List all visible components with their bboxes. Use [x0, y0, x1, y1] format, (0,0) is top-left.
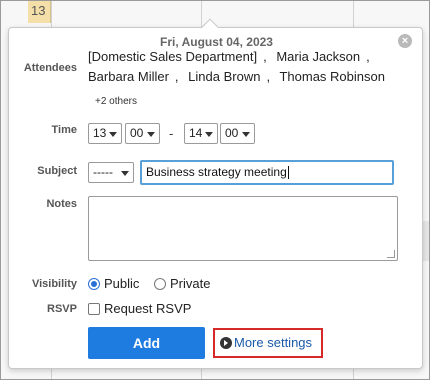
more-settings-link[interactable]: More settings — [213, 328, 323, 358]
request-rsvp-label[interactable]: Request RSVP — [104, 301, 191, 316]
time-label: Time — [51, 124, 77, 136]
end-hour-select[interactable]: 14 — [184, 123, 218, 144]
end-minute-select[interactable]: 00 — [220, 123, 255, 144]
attendees-more-link[interactable]: +2 others — [95, 96, 137, 107]
subject-input[interactable]: Business strategy meeting — [140, 160, 394, 185]
attendee-item[interactable]: Barbara Miller — [88, 69, 169, 84]
more-settings-label: More settings — [234, 335, 313, 350]
visibility-public-radio[interactable] — [88, 278, 100, 290]
subject-label: Subject — [37, 165, 77, 177]
end-minute-value: 00 — [225, 126, 239, 140]
attendees-label: Attendees — [23, 62, 77, 74]
rsvp-label: RSVP — [47, 303, 77, 315]
chevron-down-icon — [242, 132, 250, 137]
chevron-down-icon — [147, 132, 155, 137]
attendees-list: [Domestic Sales Department], Maria Jacks… — [88, 47, 408, 87]
start-minute-value: 00 — [130, 126, 144, 140]
text-cursor — [287, 166, 289, 180]
start-hour-select[interactable]: 13 — [88, 123, 122, 144]
start-minute-select[interactable]: 00 — [125, 123, 160, 144]
chevron-down-icon — [121, 171, 129, 176]
end-hour-value: 14 — [189, 126, 203, 140]
attendee-separator: , — [174, 69, 179, 84]
visibility-label: Visibility — [31, 278, 77, 290]
subject-category-select[interactable]: ----- — [88, 162, 134, 183]
subject-category-value: ----- — [93, 165, 113, 179]
request-rsvp-checkbox[interactable] — [88, 303, 100, 315]
attendee-item[interactable]: [Domestic Sales Department] — [88, 49, 257, 64]
attendee-separator: , — [266, 69, 271, 84]
add-button[interactable]: Add — [88, 327, 205, 359]
resize-handle-icon[interactable] — [387, 250, 395, 258]
visibility-public-label[interactable]: Public — [104, 276, 139, 291]
notes-label: Notes — [46, 198, 77, 210]
event-popup: Fri, August 04, 2023 × Attendees [Domest… — [8, 27, 423, 369]
attendee-item[interactable]: Thomas Robinson — [279, 69, 385, 84]
visibility-private-radio[interactable] — [154, 278, 166, 290]
attendee-item[interactable]: Maria Jackson — [276, 49, 360, 64]
time-separator: - — [169, 126, 174, 141]
chevron-down-icon — [205, 132, 213, 137]
close-icon[interactable]: × — [398, 34, 412, 48]
attendee-item[interactable]: Linda Brown — [188, 69, 260, 84]
calendar-day-number: 13 — [31, 3, 46, 18]
notes-textarea[interactable] — [88, 196, 398, 261]
chevron-down-icon — [109, 132, 117, 137]
visibility-private-label[interactable]: Private — [170, 276, 210, 291]
chevron-right-circle-icon — [220, 337, 232, 349]
screen: 13 Fri, August 04, 2023 × Attendees [Dom… — [0, 0, 430, 380]
attendee-separator: , — [366, 49, 370, 64]
attendee-separator: , — [263, 49, 267, 64]
start-hour-value: 13 — [93, 126, 107, 140]
subject-input-value: Business strategy meeting — [146, 165, 287, 179]
